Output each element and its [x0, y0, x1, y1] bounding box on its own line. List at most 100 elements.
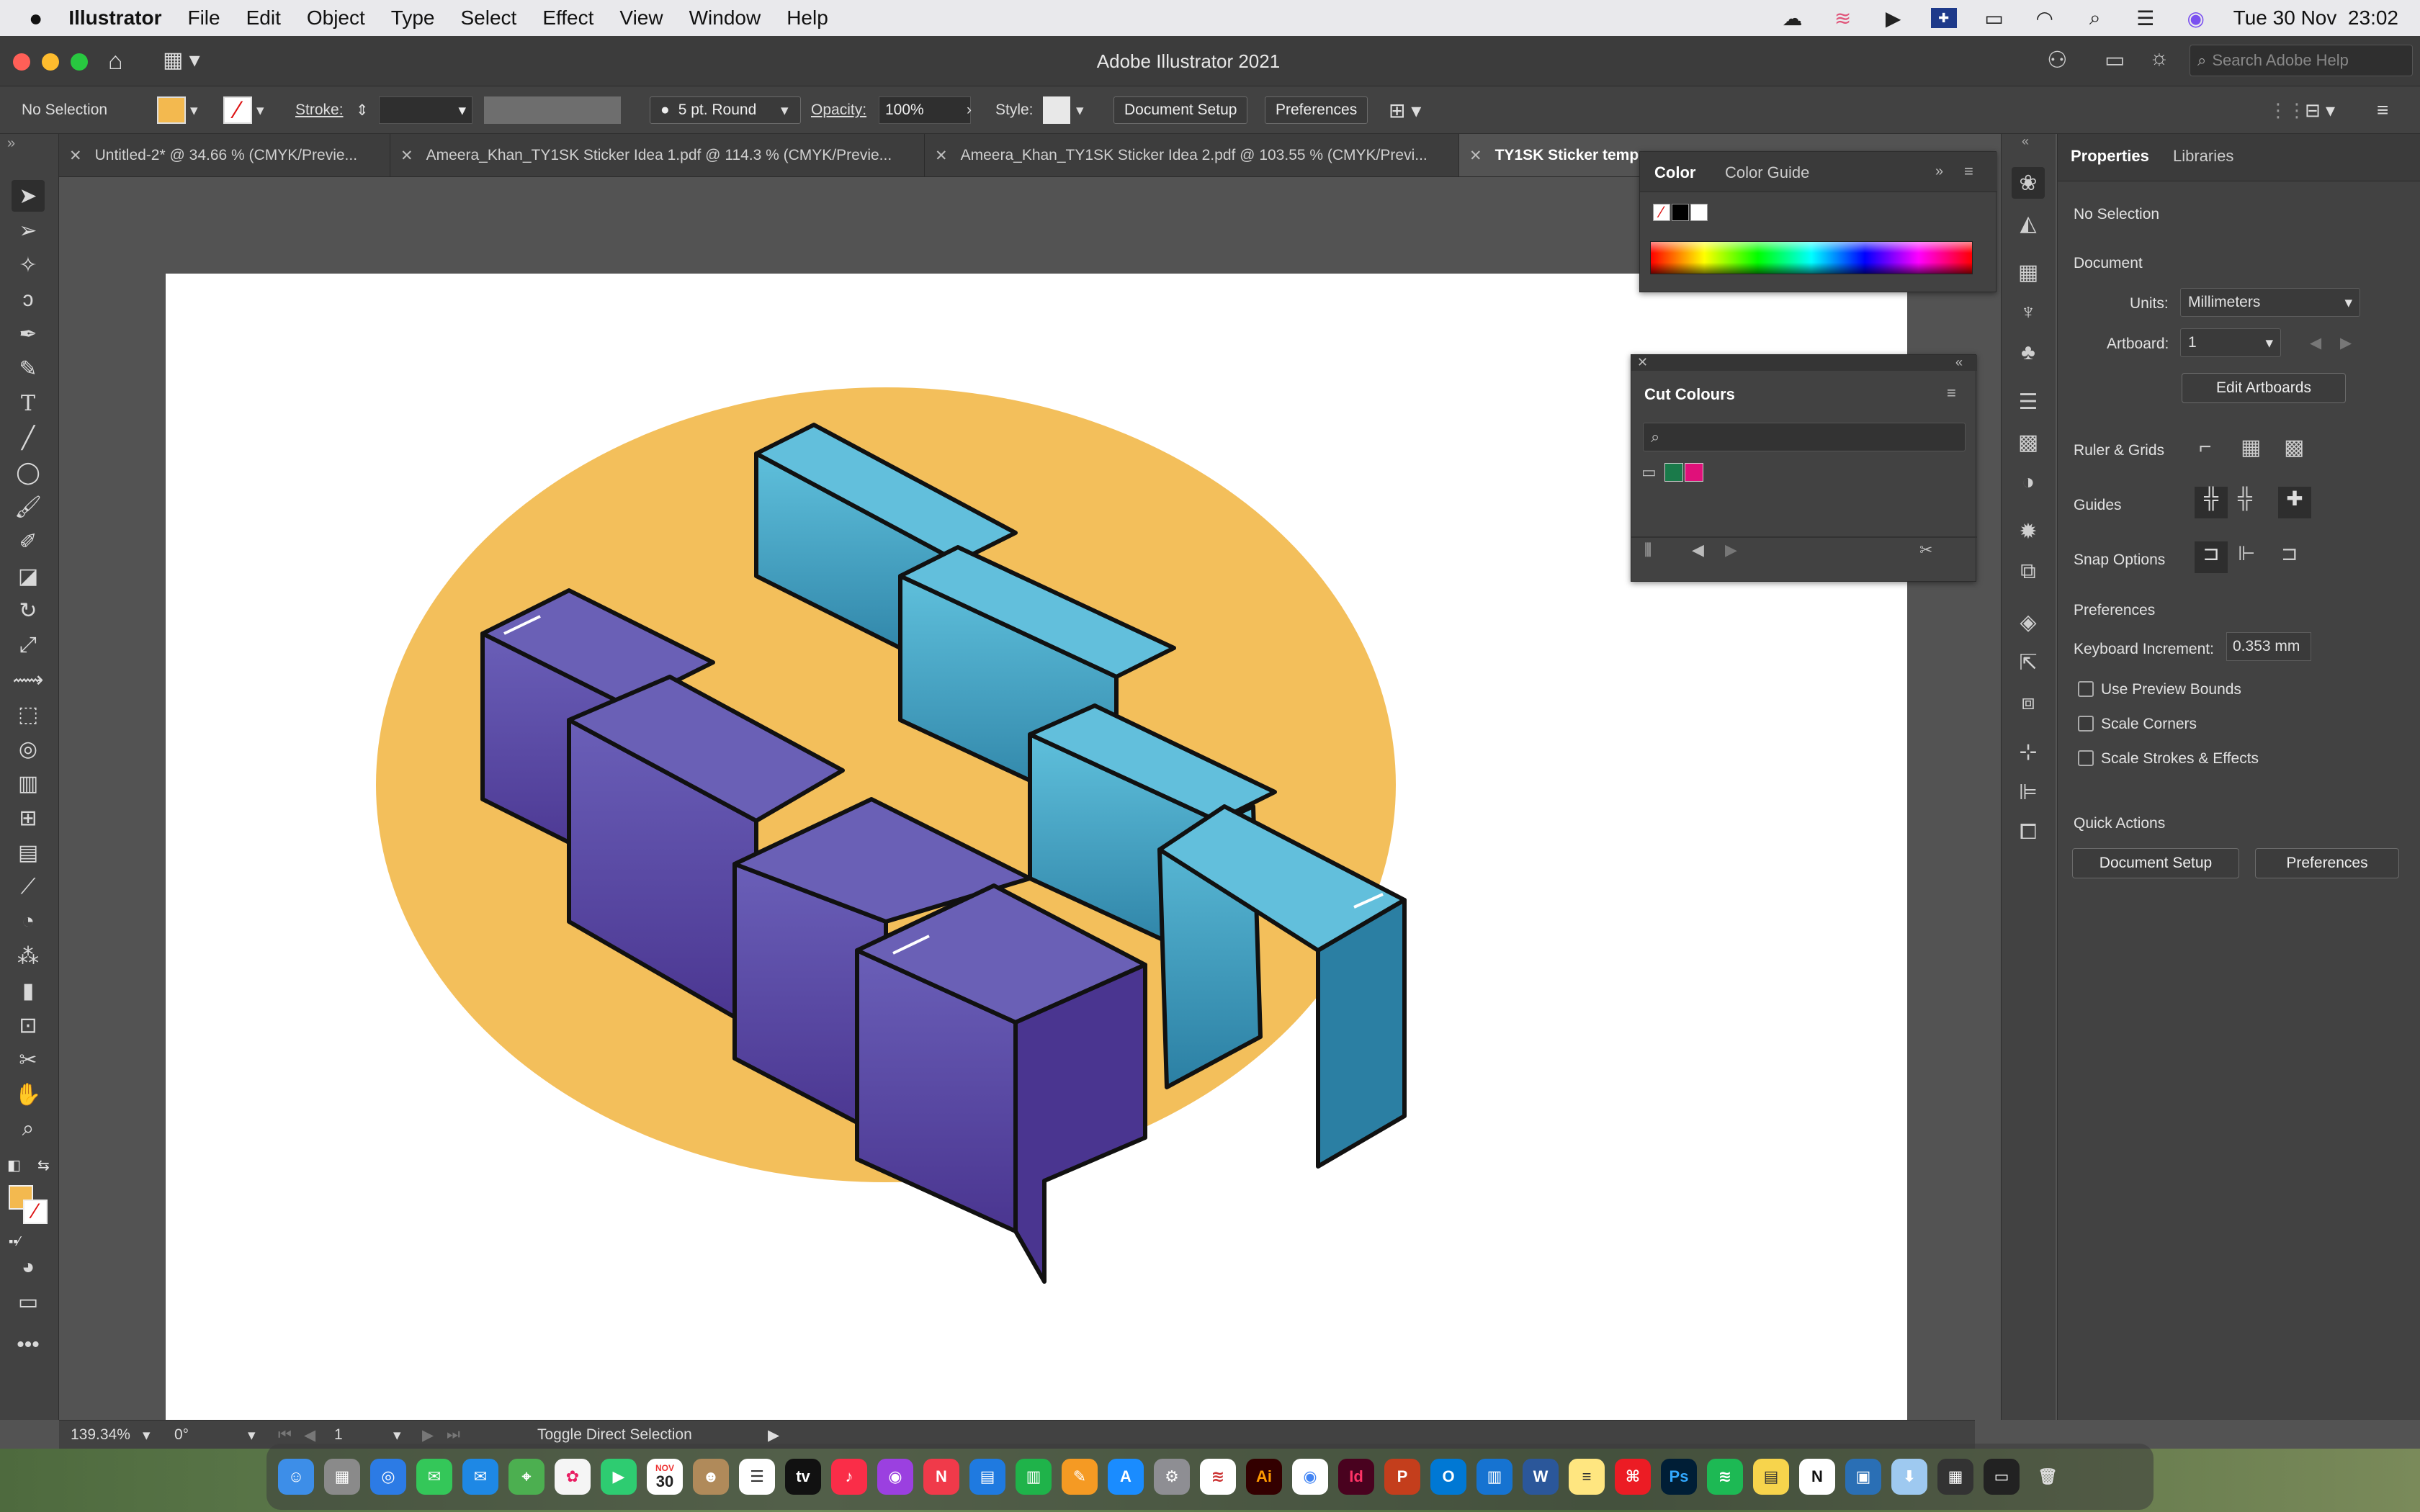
menu-file[interactable]: File: [187, 6, 220, 30]
tab-sticker-idea-2[interactable]: ✕ Ameera_Khan_TY1SK Sticker Idea 2.pdf @…: [925, 134, 1459, 176]
next-artboard-icon[interactable]: ▶: [2340, 334, 2352, 352]
swatch-libraries-icon[interactable]: ⫼: [1644, 541, 1652, 559]
delete-swatch-icon[interactable]: ✂: [1919, 541, 1932, 559]
selection-tool-icon[interactable]: ➤: [12, 180, 45, 212]
play-icon[interactable]: ▶: [1881, 7, 1906, 30]
edit-artboards-button[interactable]: Edit Artboards: [2182, 373, 2346, 403]
opacity-expand-icon[interactable]: ›: [967, 96, 972, 124]
stroke-swatch-none-icon[interactable]: ⁄: [223, 96, 252, 124]
app-store-icon[interactable]: A: [1108, 1459, 1144, 1495]
color-spectrum-bar[interactable]: [1650, 241, 1973, 274]
rotate-tool-icon[interactable]: ↻: [12, 595, 45, 626]
notes-icon[interactable]: ≡: [1569, 1459, 1605, 1495]
contacts-icon[interactable]: ☻: [693, 1459, 729, 1495]
word-icon[interactable]: W: [1523, 1459, 1559, 1495]
home-icon[interactable]: ⌂: [108, 48, 123, 76]
swatch-green[interactable]: [1664, 463, 1683, 482]
menu-edit[interactable]: Edit: [246, 6, 281, 30]
opacity-input[interactable]: 100%: [879, 96, 971, 124]
calculator-icon[interactable]: ▦: [1937, 1459, 1973, 1495]
system-preferences-icon[interactable]: ⚙: [1154, 1459, 1190, 1495]
wifi-icon[interactable]: ◠: [2032, 7, 2058, 30]
use-preview-bounds-label[interactable]: Use Preview Bounds: [2101, 681, 2241, 698]
column-graph-tool-icon[interactable]: ▮: [12, 975, 45, 1007]
apple-menu-icon[interactable]: ●: [29, 5, 42, 32]
siri-wave-icon[interactable]: ≋: [1830, 7, 1856, 30]
edit-toolbar-icon[interactable]: •••: [12, 1329, 45, 1361]
tab-libraries[interactable]: Libraries: [2173, 147, 2233, 166]
rulers-icon[interactable]: ⌐: [2199, 435, 2212, 459]
units-select[interactable]: Millimeters ▾: [2180, 288, 2360, 317]
zoom-level[interactable]: 139.34%: [71, 1426, 130, 1444]
zoom-tool-icon[interactable]: ⌕: [12, 1113, 45, 1145]
creative-cloud-icon[interactable]: ☁: [1780, 7, 1806, 30]
chrome-icon[interactable]: ◉: [1292, 1459, 1328, 1495]
lasso-tool-icon[interactable]: ↄ: [12, 284, 45, 315]
artboard-select[interactable]: 1 ▾: [2180, 328, 2281, 357]
horizontal-scrollbar[interactable]: [794, 1426, 1960, 1442]
swatch-magenta[interactable]: [1685, 463, 1703, 482]
panel-menu-icon[interactable]: ≡: [1947, 384, 1956, 402]
podcasts-icon[interactable]: ◉: [877, 1459, 913, 1495]
white-swatch[interactable]: [1690, 204, 1708, 221]
swatch-folder-icon[interactable]: ▭: [1641, 463, 1657, 482]
menu-object[interactable]: Object: [307, 6, 365, 30]
flag-uk-icon[interactable]: ✚: [1930, 8, 1957, 28]
preview-icon[interactable]: ▣: [1845, 1459, 1881, 1495]
spotify-icon[interactable]: ≋: [1707, 1459, 1743, 1495]
graphic-styles-icon[interactable]: ⧉: [2012, 556, 2045, 588]
artboard-number[interactable]: 1: [334, 1426, 343, 1444]
acrobat-icon[interactable]: ⌘: [1615, 1459, 1651, 1495]
direct-selection-tool-icon[interactable]: ➢: [12, 215, 45, 246]
snap-to-point-icon[interactable]: ⊐: [2195, 541, 2228, 573]
illustrator-icon[interactable]: Ai: [1246, 1459, 1282, 1495]
scale-strokes-label[interactable]: Scale Strokes & Effects: [2101, 750, 2259, 768]
smart-guides-icon[interactable]: ✚: [2278, 487, 2311, 518]
paintbrush-tool-icon[interactable]: 🖌: [12, 491, 45, 523]
menu-help[interactable]: Help: [786, 6, 828, 30]
document-setup-button[interactable]: Document Setup: [1113, 96, 1248, 124]
swap-colors-icon[interactable]: ⇆: [37, 1156, 50, 1174]
screenshot-icon[interactable]: ▭: [1984, 1459, 2020, 1495]
panel-tab-color[interactable]: Color: [1654, 163, 1695, 182]
lock-guides-icon[interactable]: ╬: [2238, 487, 2252, 510]
quick-document-setup-button[interactable]: Document Setup: [2072, 848, 2239, 878]
music-icon[interactable]: ♪: [831, 1459, 867, 1495]
battery-icon[interactable]: ▭: [1981, 7, 2007, 30]
scale-tool-icon[interactable]: ⤢: [12, 629, 45, 661]
collapse-dock-icon[interactable]: «: [2022, 134, 2029, 149]
stickies-icon[interactable]: ▤: [1753, 1459, 1789, 1495]
clock[interactable]: Tue 30 Nov 23:02: [2233, 6, 2398, 30]
stroke-weight-stepper-icon[interactable]: ⇕: [356, 96, 369, 124]
color-panel-icon[interactable]: ❀: [2012, 167, 2045, 199]
scale-corners-checkbox[interactable]: [2078, 716, 2094, 732]
photos-icon[interactable]: ✿: [555, 1459, 591, 1495]
control-bar-menu-icon[interactable]: ≡: [2377, 96, 2388, 124]
reminders-icon[interactable]: ☰: [739, 1459, 775, 1495]
keynote-icon[interactable]: ▤: [969, 1459, 1005, 1495]
share-user-icon[interactable]: ⚇: [2047, 46, 2068, 73]
asset-export-icon[interactable]: ⇱: [2012, 647, 2045, 678]
status-menu-arrow-icon[interactable]: ▶: [768, 1426, 779, 1444]
close-window-button[interactable]: [13, 53, 30, 71]
panel-expand-icon[interactable]: »: [1935, 163, 1943, 180]
transparency-grid-icon[interactable]: ▩: [2284, 435, 2304, 460]
apple-tv-icon[interactable]: tv: [785, 1459, 821, 1495]
tab-sticker-idea-1[interactable]: ✕ Ameera_Khan_TY1SK Sticker Idea 1.pdf @…: [390, 134, 925, 176]
shaper-tool-icon[interactable]: ✐: [12, 526, 45, 557]
preferences-button[interactable]: Preferences: [1265, 96, 1368, 124]
stroke-icon[interactable]: ☰: [2012, 386, 2045, 418]
quick-preferences-button[interactable]: Preferences: [2255, 848, 2399, 878]
menu-effect[interactable]: Effect: [542, 6, 593, 30]
stroke-color-swatch[interactable]: ⁄: [23, 1200, 48, 1224]
eyedropper-tool-icon[interactable]: ⟋: [12, 871, 45, 903]
safari-icon[interactable]: ◎: [370, 1459, 406, 1495]
symbols-icon[interactable]: ♣: [2012, 337, 2045, 369]
spotlight-search-icon[interactable]: ⌕: [2082, 6, 2108, 29]
previous-artboard-icon[interactable]: ◀: [304, 1426, 315, 1444]
type-tool-icon[interactable]: T: [12, 387, 45, 419]
graphic-style-swatch[interactable]: [1043, 96, 1070, 124]
close-tab-icon[interactable]: ✕: [400, 147, 413, 165]
panel-menu-icon[interactable]: ≡: [1964, 162, 1973, 181]
maps-icon[interactable]: ⌖: [508, 1459, 544, 1495]
